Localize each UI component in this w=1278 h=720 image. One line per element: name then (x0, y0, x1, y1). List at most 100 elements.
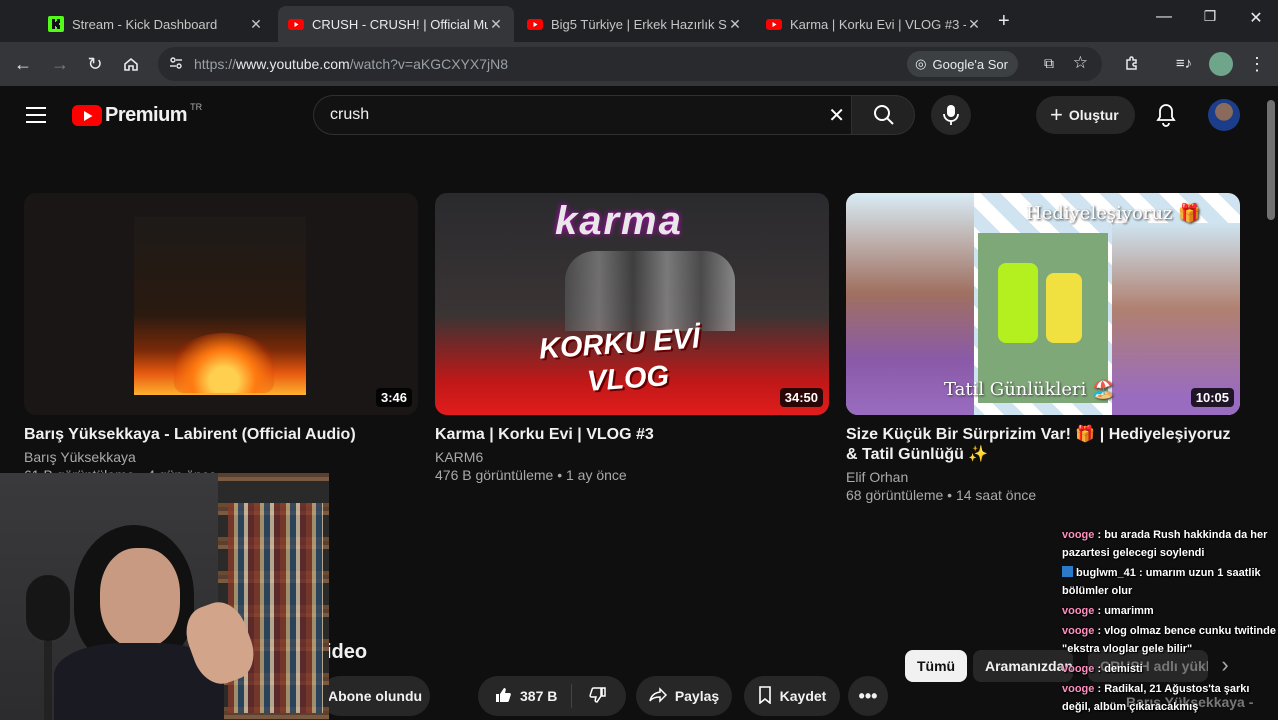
chat-message: vooge : umarimm (1062, 605, 1154, 617)
search-button[interactable] (851, 95, 915, 135)
media-controls-icon[interactable]: ≡♪ (1172, 52, 1196, 76)
subscribed-label: Abone olundu (327, 688, 423, 704)
like-button[interactable]: 387 B (478, 684, 572, 708)
dislike-button[interactable] (572, 686, 624, 707)
create-label: Oluştur (1068, 107, 1119, 123)
account-avatar[interactable] (1208, 99, 1240, 131)
video-card[interactable]: karma KORKU EVİ VLOG 34:50 Karma | Korku… (435, 193, 829, 483)
subscribed-button[interactable]: Abone olundu (320, 676, 430, 716)
microphone-graphic (24, 573, 72, 643)
channel-name[interactable]: KARM6 (435, 449, 829, 465)
voice-search-button[interactable] (931, 95, 971, 135)
share-icon (649, 686, 667, 706)
close-tab-icon[interactable]: ✕ (966, 16, 982, 33)
group-people-graphic (565, 251, 735, 331)
site-info-icon[interactable] (168, 55, 184, 76)
lens-icon: ◎ (915, 56, 927, 71)
tab-karma-korku-evi[interactable]: Karma | Korku Evi | VLOG #3 - YouTube ✕ (756, 6, 992, 42)
save-button[interactable]: Kaydet (744, 676, 840, 716)
reload-icon[interactable]: ↻ (83, 52, 107, 76)
video-thumbnail[interactable]: 3:46 (24, 193, 418, 415)
home-icon[interactable] (119, 52, 143, 76)
green-bottle-graphic (998, 263, 1038, 343)
new-tab-button[interactable]: + (998, 10, 1010, 33)
chip-label: Tümü (917, 658, 956, 674)
restore-icon[interactable]: ❐ (1190, 8, 1230, 32)
youtube-masthead: Premium TR crush ✕ + Oluştur (0, 86, 1264, 144)
address-bar[interactable]: https://www.youtube.com/watch?v=aKGCXYX7… (158, 47, 1102, 81)
channel-name[interactable]: Barış Yüksekkaya (24, 449, 418, 465)
books-graphic (228, 503, 323, 713)
yellow-bottle-graphic (1046, 273, 1082, 343)
scrollbar-thumb[interactable] (1267, 100, 1275, 220)
chat-username: vooge (1062, 663, 1095, 675)
tab-kick-dashboard[interactable]: Stream - Kick Dashboard ✕ (38, 6, 274, 42)
notifications-bell-icon[interactable] (1155, 103, 1177, 132)
youtube-logo-icon (527, 16, 543, 32)
more-actions-button[interactable]: ••• (848, 676, 888, 716)
video-title[interactable]: Size Küçük Bir Sürprizim Var! 🎁 | Hediye… (846, 425, 1240, 465)
video-card[interactable]: Hediyeleşiyoruz 🎁 Tatil Günlükleri 🏖️ 10… (846, 193, 1240, 503)
plus-icon: + (1050, 102, 1063, 127)
create-button[interactable]: + Oluştur (1036, 96, 1135, 134)
video-card[interactable]: 3:46 Barış Yüksekkaya - Labirent (Offici… (24, 193, 418, 483)
like-dislike-group: 387 B (478, 676, 626, 716)
chat-text: demisti (1104, 663, 1143, 675)
video-thumbnail[interactable]: Hediyeleşiyoruz 🎁 Tatil Günlükleri 🏖️ 10… (846, 193, 1240, 415)
more-horizontal-icon: ••• (858, 685, 878, 706)
google-ask-label: Google'a Sor (932, 56, 1008, 72)
close-tab-icon[interactable]: ✕ (248, 16, 264, 33)
chat-message: vooge : Radikal, 21 Ağustos'ta şarkı değ… (1062, 683, 1250, 713)
thumb-subline-text: VLOG (585, 360, 671, 398)
close-window-icon[interactable]: ✕ (1236, 8, 1276, 32)
clear-search-icon[interactable]: ✕ (828, 103, 845, 128)
install-app-icon[interactable]: ⧉ (1044, 55, 1054, 72)
thumbs-down-icon (589, 686, 607, 707)
face-graphic (100, 548, 180, 648)
tab-big5-turkiye[interactable]: Big5 Türkiye | Erkek Hazırlık Sezonu ✕ (517, 6, 753, 42)
video-title[interactable]: Karma | Korku Evi | VLOG #3 (435, 425, 829, 445)
extensions-icon[interactable] (1120, 52, 1144, 76)
chip-label: Aramanızdan (985, 658, 1073, 674)
duration-badge: 10:05 (1190, 388, 1234, 407)
close-tab-icon[interactable]: ✕ (488, 16, 504, 33)
chat-text: vlog olmaz bence cunku twitinde "ekstra … (1062, 625, 1276, 655)
menu-kebab-icon[interactable]: ⋮ (1245, 52, 1269, 76)
browser-toolbar: ← → ↻ https://www.youtube.com/watch?v=aK… (0, 42, 1278, 86)
close-tab-icon[interactable]: ✕ (727, 16, 743, 33)
chip-all[interactable]: Tümü (905, 650, 968, 682)
microphone-icon (943, 105, 959, 125)
back-icon[interactable]: ← (11, 52, 35, 76)
country-code: TR (190, 101, 203, 112)
forward-icon[interactable]: → (48, 52, 72, 76)
chat-message: buglwm_41 : umarım uzun 1 saatlik bölüml… (1062, 566, 1261, 597)
sub-badge-icon (1062, 566, 1073, 577)
search-input[interactable]: crush ✕ (313, 95, 851, 135)
share-label: Paylaş (674, 688, 720, 704)
kick-logo-icon (48, 16, 64, 32)
chat-username: buglwm_41 (1076, 567, 1136, 579)
chat-username: vooge (1062, 625, 1095, 637)
stream-chat-overlay: vooge : bu arada Rush hakkinda da her pa… (1062, 526, 1278, 718)
save-label: Kaydet (779, 688, 827, 704)
chat-username: vooge (1062, 605, 1095, 617)
youtube-logo-icon (766, 16, 782, 32)
video-title[interactable]: Barış Yüksekkaya - Labirent (Official Au… (24, 425, 418, 445)
tab-crush-official-music[interactable]: CRUSH - CRUSH! | Official Music Video ✕ (278, 6, 514, 42)
google-ask-button[interactable]: ◎ Google'a Sor (907, 51, 1018, 77)
thumb-subline-text: Tatil Günlükleri 🏖️ (944, 379, 1115, 400)
minimize-icon[interactable]: — (1144, 8, 1184, 32)
profile-avatar[interactable] (1209, 52, 1233, 76)
chat-username: vooge (1062, 683, 1095, 695)
video-thumbnail[interactable]: karma KORKU EVİ VLOG 34:50 (435, 193, 829, 415)
logo-text: Premium (105, 104, 188, 126)
like-count: 387 B (520, 688, 558, 704)
share-button[interactable]: Paylaş (636, 676, 732, 716)
bookmark-star-icon[interactable]: ☆ (1073, 53, 1088, 73)
mic-stand-graphic (44, 641, 52, 720)
youtube-premium-logo[interactable]: Premium TR (72, 101, 203, 127)
hamburger-menu-icon[interactable] (26, 106, 48, 129)
browser-tab-strip: Stream - Kick Dashboard ✕ CRUSH - CRUSH!… (0, 0, 1278, 42)
chip-from-your-search[interactable]: Aramanızdan (973, 650, 1073, 682)
channel-name[interactable]: Elif Orhan (846, 469, 1240, 485)
